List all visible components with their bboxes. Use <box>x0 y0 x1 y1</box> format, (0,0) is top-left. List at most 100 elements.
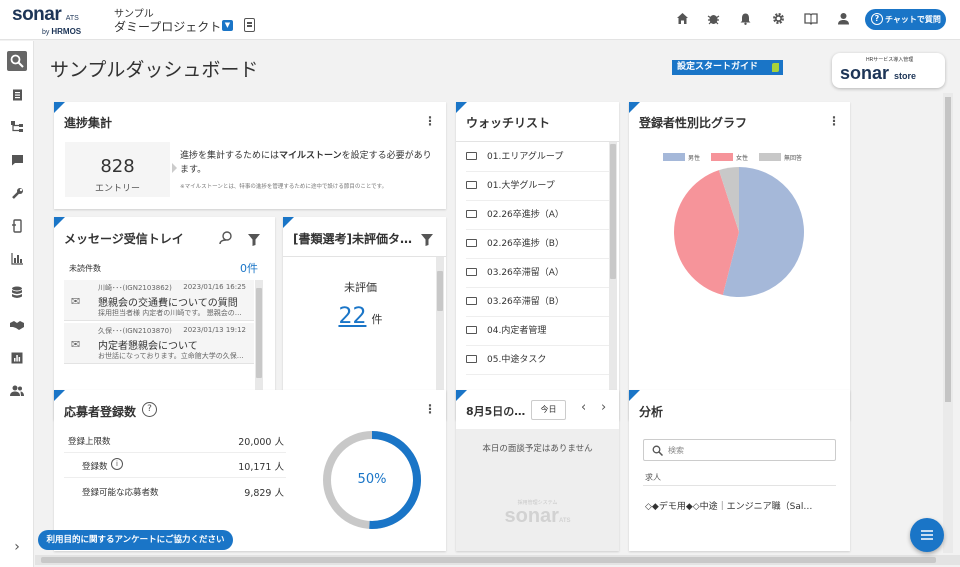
wrench-icon[interactable] <box>7 183 27 203</box>
watchlist-item[interactable]: 01.エリアグループ <box>466 143 611 172</box>
card-corner <box>629 390 640 401</box>
home-icon[interactable] <box>675 12 689 26</box>
watchlist-item-label: 01.エリアグループ <box>487 152 564 162</box>
card-corner <box>54 217 65 228</box>
main-scrollbar[interactable] <box>943 93 953 553</box>
page-title: サンプルダッシュボード <box>50 59 259 81</box>
clipboard-icon[interactable] <box>244 18 255 32</box>
progress-card: 進捗集計 ⋮ 828 エントリー 進捗を集計するためにはマイルストーンを設定する… <box>54 102 446 209</box>
search-icon <box>652 445 663 456</box>
watchlist-item-label: 01.大学グループ <box>487 181 555 191</box>
main-hscrollbar[interactable] <box>35 555 960 565</box>
message-subject: 懇親会の交通費についての質問 <box>98 298 238 309</box>
registered-value: 10,171 人 <box>238 462 284 473</box>
sonar-logo[interactable]: sonar ATS by HRMOS <box>12 4 81 36</box>
legend-swatch <box>711 153 733 161</box>
watchlist-item[interactable]: 01.大学グループ <box>466 172 611 201</box>
gear-icon[interactable] <box>771 12 785 26</box>
today-button[interactable]: 今日 <box>531 400 566 420</box>
message-scrollbar[interactable] <box>255 280 263 407</box>
watchlist-item[interactable]: 02.26卒進捗（A） <box>466 201 611 230</box>
next-day-icon[interactable]: › <box>601 400 606 415</box>
filter-icon[interactable] <box>248 231 260 250</box>
watchlist-item[interactable]: 03.26卒滞留（B） <box>466 288 611 317</box>
unreviewed-title: [書類選考]未評価タ… <box>293 232 412 246</box>
message-from: 川崎･･･(IGN2103862) <box>98 284 172 292</box>
entry-label: エントリー <box>94 184 140 194</box>
info-icon[interactable]: i <box>111 458 123 470</box>
bell-icon[interactable] <box>738 12 752 26</box>
watchlist-scrollbar[interactable] <box>609 142 617 412</box>
handshake-icon[interactable] <box>7 315 27 335</box>
watchlist-item-label: 02.26卒進捗（A） <box>487 210 564 220</box>
folder-icon <box>466 152 477 160</box>
prev-day-icon[interactable]: ‹ <box>581 400 586 415</box>
bug-icon[interactable] <box>706 12 720 26</box>
watchlist-item-label: 02.26卒進捗（B） <box>487 239 564 249</box>
org-chart-icon[interactable] <box>7 117 27 137</box>
message-item[interactable]: ✉ 久保･･･(IGN2103870) 2023/01/13 19:12 内定者… <box>64 323 254 364</box>
gender-pie-chart[interactable] <box>673 166 805 298</box>
legend-label: 女性 <box>736 155 749 162</box>
setup-guide-button[interactable]: 設定スタートガイド <box>672 60 783 75</box>
registered-label: 登録数 <box>82 462 108 472</box>
report-icon[interactable] <box>7 348 27 368</box>
more-menu-icon[interactable]: ⋮ <box>424 402 436 416</box>
analysis-section-label: 求人 <box>645 473 661 482</box>
watchlist-item[interactable]: 02.26卒進捗（B） <box>466 230 611 259</box>
watchlist-item[interactable]: 05.中途タスク <box>466 346 611 375</box>
project-selector[interactable]: サンプル ダミープロジェクト <box>114 5 221 34</box>
user-icon[interactable] <box>836 12 850 26</box>
legend-label: 男性 <box>688 155 701 162</box>
more-menu-icon[interactable]: ⋮ <box>424 114 436 128</box>
user-search-icon[interactable] <box>219 230 234 249</box>
survey-button[interactable]: 利用目的に関するアンケートにご協力ください <box>38 530 233 550</box>
message-preview: お世話になっております。立命館大学の久保… <box>98 352 244 360</box>
unreviewed-unit: 件 <box>371 313 383 326</box>
search-placeholder: 検索 <box>668 446 684 455</box>
folder-icon <box>466 326 477 334</box>
entry-stat[interactable]: 828 エントリー <box>65 142 170 197</box>
watchlist-item[interactable]: 04.内定者管理 <box>466 317 611 346</box>
chat-question-button[interactable]: ? チャットで質問 <box>865 9 946 30</box>
analysis-title: 分析 <box>639 405 664 419</box>
bar-chart-icon[interactable] <box>7 249 27 269</box>
logo-by: by HRMOS <box>42 27 81 36</box>
clipboard-icon[interactable] <box>7 84 27 104</box>
analysis-job-item[interactable]: ◇◆デモ用◆◇中途｜エンジニア職（Sal… <box>645 499 812 512</box>
legend-female: 女性 <box>711 153 748 162</box>
watchlist-title: ウォッチリスト <box>466 116 551 130</box>
message-preview: 採用担当者様 内定者の川崎です。 懇親会の… <box>98 309 242 317</box>
watchlist-item-label: 03.26卒滞留（A） <box>487 268 564 278</box>
mobile-icon[interactable] <box>7 216 27 236</box>
help-icon[interactable]: ? <box>142 402 157 417</box>
limit-value: 20,000 人 <box>238 437 284 448</box>
watchlist-item[interactable]: 03.26卒滞留（A） <box>466 259 611 288</box>
more-menu-icon[interactable]: ⋮ <box>828 114 840 128</box>
unreviewed-count-link[interactable]: 22 件 <box>283 304 438 329</box>
search-icon[interactable] <box>7 51 27 71</box>
arrow-divider <box>172 163 177 173</box>
unreviewed-scrollbar[interactable] <box>436 257 444 411</box>
analysis-search-input[interactable]: 検索 <box>643 439 836 461</box>
project-name: ダミープロジェクト <box>114 20 222 34</box>
people-icon[interactable] <box>7 381 27 401</box>
message-item[interactable]: ✉ 川崎･･･(IGN2103862) 2023/01/16 16:25 懇親会… <box>64 280 254 321</box>
database-icon[interactable] <box>7 282 27 302</box>
filter-icon[interactable] <box>421 231 433 250</box>
watchlist-card: ウォッチリスト 01.エリアグループ 01.大学グループ 02.26卒進捗（A）… <box>456 102 619 420</box>
chat-icon[interactable] <box>7 150 27 170</box>
entry-count: 828 <box>100 156 135 177</box>
menu-fab-button[interactable] <box>910 518 944 552</box>
milestone-message: 進捗を集計するためにはマイルストーンを設定する必要があります。 <box>180 149 436 177</box>
logo-hrmos: HRMOS <box>51 27 82 36</box>
hamburger-icon <box>921 530 933 540</box>
sonar-store-banner[interactable]: HRサービス導入管理 sonar store <box>832 53 945 88</box>
chevron-down-icon[interactable]: ▼ <box>222 20 233 31</box>
schedule-title: 8月5日の… <box>466 405 526 418</box>
folder-icon <box>466 297 477 305</box>
store-sub: store <box>894 71 917 81</box>
milestone-msg-pre: 進捗を集計するためには <box>180 151 280 161</box>
book-icon[interactable] <box>804 12 818 26</box>
sidebar-expand-icon[interactable]: › <box>7 537 27 557</box>
